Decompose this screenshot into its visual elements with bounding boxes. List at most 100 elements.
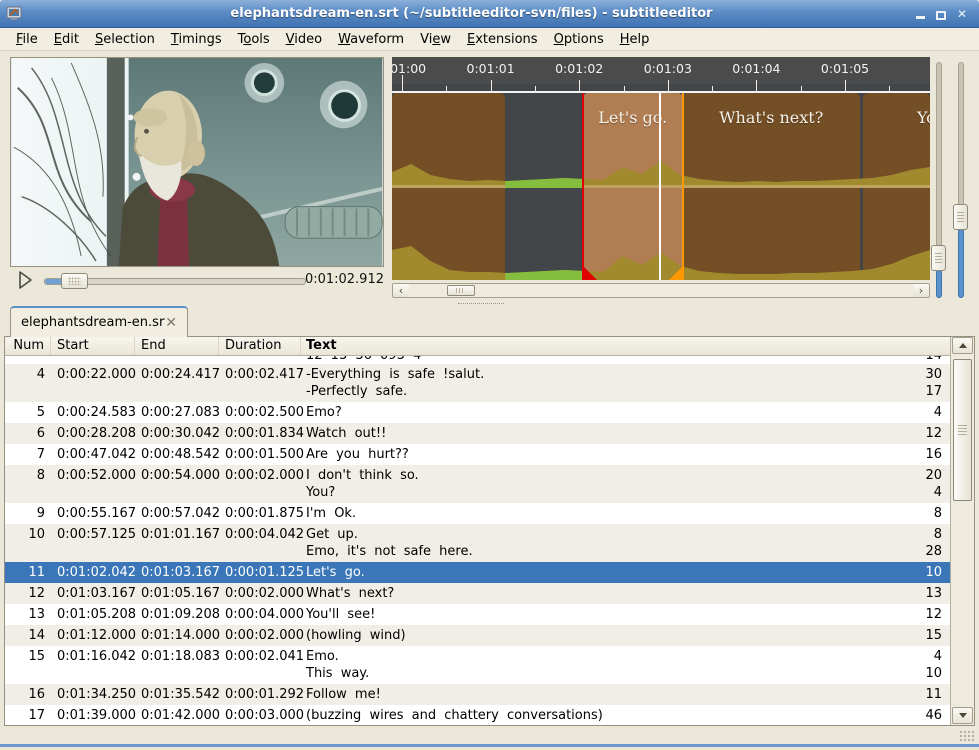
resize-grip-icon[interactable] <box>959 730 974 742</box>
cell-duration: 0:00:01.875 <box>219 503 301 524</box>
menu-selection[interactable]: Selection <box>87 30 163 49</box>
table-row-7[interactable]: 70:00:47.0420:00:48.5420:00:01.500Are yo… <box>5 444 950 465</box>
cell-charcount: 12 <box>896 604 950 625</box>
table-row-5[interactable]: 50:00:24.5830:00:27.0830:00:02.500Emo?4 <box>5 402 950 423</box>
table-row-15[interactable]: 150:01:16.0420:01:18.0830:00:02.041Emo.T… <box>5 646 950 684</box>
table-row-16[interactable]: 160:01:34.2500:01:35.5420:00:01.292Follo… <box>5 684 950 705</box>
table-row-4[interactable]: 40:00:22.0000:00:24.4170:00:02.417-Every… <box>5 364 950 402</box>
table-row-10[interactable]: 100:00:57.1250:01:01.1670:00:04.042Get u… <box>5 524 950 562</box>
cell-duration: 0:00:01.125 <box>219 562 301 583</box>
table-row-9[interactable]: 90:00:55.1670:00:57.0420:00:01.875I'm Ok… <box>5 503 950 524</box>
menu-timings[interactable]: Timings <box>163 30 230 49</box>
cell-duration: 0:00:01.834 <box>219 423 301 444</box>
cell-end: 0:01:01.167 <box>135 524 219 545</box>
region-end-handle[interactable] <box>682 91 684 280</box>
vscrollbar-thumb[interactable] <box>953 359 972 501</box>
ruler-tick <box>402 75 403 91</box>
waveform-hscrollbar[interactable]: ‹ › <box>392 283 930 298</box>
menu-tools[interactable]: Tools <box>230 30 278 49</box>
cell-start: 0:00:24.583 <box>51 402 135 423</box>
menu-video[interactable]: Video <box>278 30 330 49</box>
scroll-left-icon[interactable]: ‹ <box>393 284 409 297</box>
header-num[interactable]: Num <box>5 337 51 355</box>
cell-duration: 0:00:02.000 <box>219 465 301 486</box>
cell-num: 11 <box>5 562 51 583</box>
scroll-up-icon[interactable] <box>952 337 973 354</box>
cell-text: Follow me! <box>301 684 896 705</box>
cell-charcount: 410 <box>896 646 950 684</box>
cell-duration: 0:00:02.417 <box>219 364 301 385</box>
waveform-panel[interactable]: Let's go.What's next?You'll see! 0:01:00… <box>392 57 930 280</box>
cell-num: 5 <box>5 402 51 423</box>
cell-num: 10 <box>5 524 51 545</box>
cell-start: 0:01:16.042 <box>51 646 135 667</box>
maximize-button[interactable] <box>934 7 948 21</box>
cell-end: 0:00:57.042 <box>135 503 219 524</box>
cell-num: 4 <box>5 364 51 385</box>
ruler-halftick <box>624 86 625 91</box>
waveform-ruler[interactable]: 0:01:000:01:010:01:020:01:030:01:040:01:… <box>392 57 930 84</box>
end-marker-icon <box>669 266 683 280</box>
minimize-button[interactable] <box>913 7 927 21</box>
table-row-8[interactable]: 80:00:52.0000:00:54.0000:00:02.000I don'… <box>5 465 950 503</box>
cell-text: Watch out!! <box>301 423 896 444</box>
header-start[interactable]: Start <box>51 337 135 355</box>
cell-text: What's next? <box>301 583 896 604</box>
scale-slider-fill <box>958 229 964 298</box>
scroll-down-icon[interactable] <box>952 707 973 724</box>
table-row-14[interactable]: 140:01:12.0000:01:14.0000:00:02.000(howl… <box>5 625 950 646</box>
window-bottom-edge <box>0 744 979 747</box>
table-row-17[interactable]: 170:01:39.0000:01:42.0000:00:03.000(buzz… <box>5 705 950 725</box>
menu-file[interactable]: File <box>8 30 46 49</box>
table-row-partial[interactable]: 12 13 36 093 414 <box>5 356 950 364</box>
ruler-halftick <box>889 86 890 91</box>
cell-text: I don't think so.You? <box>301 465 896 503</box>
header-duration[interactable]: Duration <box>219 337 301 355</box>
table-row-12[interactable]: 120:01:03.1670:01:05.1670:00:02.000What'… <box>5 583 950 604</box>
menu-edit[interactable]: Edit <box>46 30 87 49</box>
cell-text: (buzzing wires and chattery conversation… <box>301 705 896 725</box>
cell-end: 0:01:05.167 <box>135 583 219 604</box>
cell-start: 0:00:52.000 <box>51 465 135 486</box>
cell-text: Are you hurt?? <box>301 444 896 465</box>
cell-start: 0:01:02.042 <box>51 562 135 583</box>
cell-start: 0:01:34.250 <box>51 684 135 705</box>
menu-help[interactable]: Help <box>612 30 658 49</box>
cell-charcount: 16 <box>896 444 950 465</box>
window-title: elephantsdream-en.srt (~/subtitleeditor-… <box>30 6 913 21</box>
header-end[interactable]: End <box>135 337 219 355</box>
cell-end: 0:01:18.083 <box>135 646 219 667</box>
table-vscrollbar[interactable] <box>950 337 974 725</box>
ruler-halftick <box>535 86 536 91</box>
menu-options[interactable]: Options <box>546 30 612 49</box>
header-text[interactable]: Text <box>301 337 950 355</box>
close-button[interactable]: ✕ <box>955 7 969 21</box>
menu-view[interactable]: View <box>412 30 459 49</box>
table-row-13[interactable]: 130:01:05.2080:01:09.2080:00:04.000You'l… <box>5 604 950 625</box>
tab-close-icon[interactable]: ✕ <box>165 316 177 330</box>
ruler-tick-label: 0:01:05 <box>821 61 869 76</box>
cell-charcount: 13 <box>896 583 950 604</box>
cell-charcount: 4 <box>896 402 950 423</box>
ruler-tick <box>668 80 669 91</box>
start-marker-icon <box>583 252 597 280</box>
play-button[interactable] <box>14 269 36 291</box>
cell-duration: 0:00:01.292 <box>219 684 301 705</box>
table-row-11[interactable]: 110:01:02.0420:01:03.1670:00:01.125Let's… <box>5 562 950 583</box>
table-row-6[interactable]: 60:00:28.2080:00:30.0420:00:01.834Watch … <box>5 423 950 444</box>
video-still <box>11 58 383 266</box>
cell-end: 0:01:14.000 <box>135 625 219 646</box>
ruler-tick <box>579 80 580 91</box>
cell-duration: 0:00:02.000 <box>219 583 301 604</box>
hscrollbar-thumb[interactable] <box>447 285 475 296</box>
scroll-right-icon[interactable]: › <box>913 284 929 297</box>
document-tab[interactable]: elephantsdream-en.srt ✕ <box>10 306 188 337</box>
zoom-slider-thumb[interactable] <box>931 245 946 271</box>
seek-slider-thumb[interactable] <box>61 273 88 289</box>
scale-slider-thumb[interactable] <box>953 204 968 230</box>
cell-start: 0:01:05.208 <box>51 604 135 625</box>
menu-extensions[interactable]: Extensions <box>459 30 546 49</box>
cell-num: 9 <box>5 503 51 524</box>
menu-waveform[interactable]: Waveform <box>330 30 412 49</box>
ruler-tick-label: 0:01:01 <box>467 61 515 76</box>
